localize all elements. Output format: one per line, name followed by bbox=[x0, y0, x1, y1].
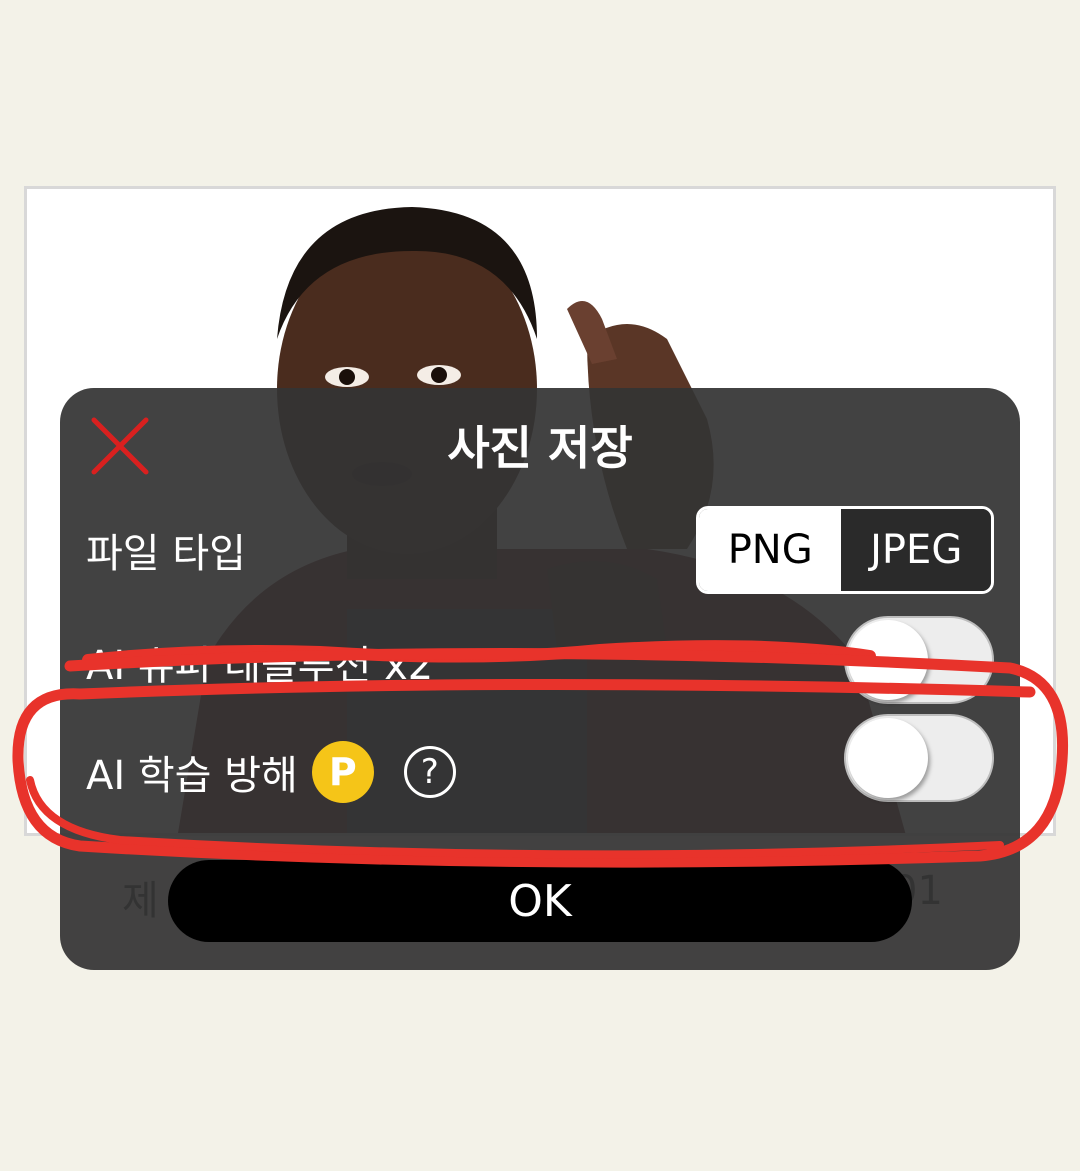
file-type-segmented-control: PNG JPEG bbox=[696, 506, 994, 594]
ai-protection-row: AI 학습 방해 P ? bbox=[86, 741, 456, 803]
ok-button[interactable]: OK bbox=[168, 860, 912, 942]
toggle-knob bbox=[848, 718, 928, 798]
ai-protection-toggle[interactable] bbox=[844, 714, 994, 802]
super-resolution-label: AI 슈퍼 레졸루션 x2 bbox=[86, 643, 434, 689]
save-photo-dialog: 사진 저장 파일 타입 PNG JPEG AI 슈퍼 레졸루션 x2 AI 학습… bbox=[60, 388, 1020, 970]
toggle-knob bbox=[848, 620, 928, 700]
help-button[interactable]: ? bbox=[403, 746, 456, 798]
ai-protection-label: AI 학습 방해 bbox=[86, 753, 298, 799]
dialog-title: 사진 저장 bbox=[447, 421, 633, 475]
premium-badge-icon: P bbox=[311, 741, 374, 803]
file-type-option-jpeg[interactable]: JPEG bbox=[841, 509, 991, 591]
file-type-option-png[interactable]: PNG bbox=[699, 509, 842, 591]
super-resolution-toggle[interactable] bbox=[844, 616, 994, 704]
file-type-label: 파일 타입 bbox=[86, 531, 246, 577]
